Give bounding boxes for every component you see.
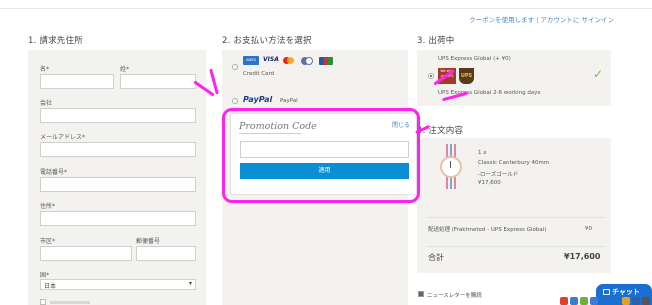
header-separator: | [536, 16, 539, 24]
amex-icon: AMEX [243, 56, 259, 65]
tray-icon-3[interactable] [580, 297, 588, 305]
highlight-box [222, 108, 420, 203]
zip-input[interactable] [136, 246, 196, 261]
tray-icon-2[interactable] [570, 297, 578, 305]
first-name-label: 名* [40, 66, 50, 73]
paypal-label: PayPal [280, 98, 298, 104]
diners-icon [300, 56, 314, 65]
product-price: ¥17,600 [478, 180, 501, 186]
billing-title: 1. 請求先住所 [28, 36, 83, 46]
shipping-title: 3. 出荷中 [417, 36, 455, 46]
tray-icon-7[interactable] [642, 297, 650, 305]
tray-icon-6[interactable] [632, 297, 640, 305]
paypal-radio[interactable] [232, 98, 238, 104]
shipping-option-name: UPS Express Global (+ ¥0) [438, 56, 511, 62]
account-link[interactable]: アカウントに [540, 16, 579, 24]
billing-extra-checkbox[interactable] [40, 299, 46, 305]
ups-radio[interactable] [428, 73, 434, 79]
city-input[interactable] [40, 246, 132, 261]
newsletter-checkbox[interactable] [418, 291, 424, 297]
product-watch-image [436, 144, 466, 189]
mastercard-icon [282, 56, 296, 65]
tray-icon-5[interactable] [622, 297, 630, 305]
country-select[interactable]: 日本 ▾ [40, 279, 196, 290]
city-label: 市区* [40, 238, 56, 245]
total-label: 合計 [428, 253, 444, 262]
shipping-cost-label: 配送処理 (Fraktmetod - UPS Express Global) [428, 227, 547, 233]
ups-logo-icon: UPS [459, 68, 474, 84]
shipping-cost-value: ¥0 [585, 226, 592, 232]
checkmark-icon: ✓ [593, 67, 604, 81]
paypal-logo: PayPal [243, 95, 273, 104]
company-label: 会社 [40, 100, 53, 107]
order-divider [426, 217, 606, 218]
credit-card-label: Credit Card [243, 71, 275, 77]
credit-card-radio[interactable] [232, 64, 238, 70]
billing-extra-text [50, 301, 90, 304]
payment-title: 2. お支払い方法を選択 [222, 36, 312, 46]
email-label: メールアドレス* [40, 134, 86, 141]
coupon-link[interactable]: クーポンを使用します [469, 16, 534, 24]
last-name-label: 姓* [120, 66, 130, 73]
product-name-line2: -ローズゴールド [478, 172, 519, 178]
product-name-line1: Classic Canterbury 40mm [478, 160, 550, 166]
phone-input[interactable] [40, 177, 196, 192]
signin-link[interactable]: サインイン [582, 16, 615, 24]
newsletter-label: ニュースレターを購読 [427, 293, 482, 299]
total-divider [426, 246, 606, 247]
first-name-input[interactable] [40, 74, 114, 89]
tray-icon-4[interactable] [590, 297, 598, 305]
last-name-input[interactable] [120, 74, 196, 89]
email-input[interactable] [40, 142, 196, 157]
jcb-icon [319, 57, 333, 65]
country-value: 日本 [44, 283, 57, 290]
address-label: 住所* [40, 203, 56, 210]
product-qty: 1 x [478, 150, 487, 156]
country-label: 国* [40, 272, 50, 279]
chat-label: チャット [612, 288, 640, 296]
header-links: クーポンを使用します | アカウントに サインイン [469, 14, 614, 24]
chat-bubble-icon [603, 289, 610, 295]
card-brand-logos: AMEX VISA [243, 56, 339, 66]
address-input[interactable] [40, 211, 196, 226]
company-input[interactable] [40, 108, 196, 123]
phone-label: 電話番号* [40, 169, 68, 176]
visa-icon: VISA [263, 56, 279, 63]
chevron-down-icon: ▾ [188, 280, 192, 287]
zip-label: 郵便番号 [136, 238, 161, 245]
header-divider [0, 8, 652, 9]
total-value: ¥17,600 [564, 252, 601, 261]
tray-icon-1[interactable] [560, 297, 568, 305]
